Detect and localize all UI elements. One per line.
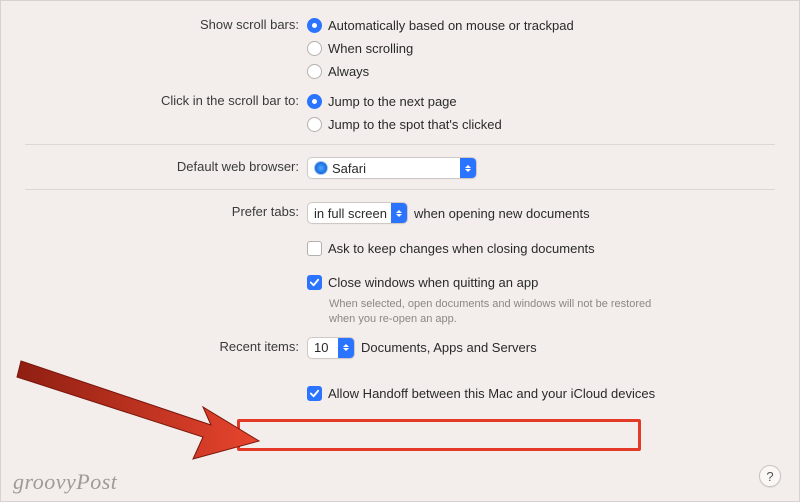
row-click-scroll-bar: Click in the scroll bar to: Jump to the …	[25, 91, 775, 134]
close-windows-hint: When selected, open documents and window…	[307, 297, 677, 327]
checkbox-close-windows[interactable]: Close windows when quitting an app	[307, 272, 775, 292]
help-button[interactable]: ?	[759, 465, 781, 487]
checkbox-label: Close windows when quitting an app	[328, 275, 538, 290]
safari-icon	[314, 161, 328, 175]
label-show-scroll-bars: Show scroll bars:	[25, 15, 307, 32]
radio-option-when-scrolling[interactable]: When scrolling	[307, 38, 775, 58]
radio-option-next-page[interactable]: Jump to the next page	[307, 91, 775, 111]
watermark: groovyPost	[13, 469, 117, 495]
radio-label: Jump to the next page	[328, 94, 457, 109]
row-prefer-tabs: Prefer tabs: in full screen when opening…	[25, 202, 775, 327]
recent-items-suffix: Documents, Apps and Servers	[361, 340, 537, 355]
options-click-scroll-bar: Jump to the next page Jump to the spot t…	[307, 91, 775, 134]
radio-label: When scrolling	[328, 41, 413, 56]
radio-option-auto[interactable]: Automatically based on mouse or trackpad	[307, 15, 775, 35]
row-show-scroll-bars: Show scroll bars: Automatically based on…	[25, 15, 775, 81]
options-show-scroll-bars: Automatically based on mouse or trackpad…	[307, 15, 775, 81]
label-click-scroll-bar: Click in the scroll bar to:	[25, 91, 307, 108]
radio-option-always[interactable]: Always	[307, 61, 775, 81]
prefer-tabs-suffix: when opening new documents	[414, 206, 590, 221]
prefer-tabs-popup[interactable]: in full screen	[307, 202, 408, 224]
chevron-updown-icon	[391, 203, 407, 223]
radio-icon	[307, 94, 322, 109]
radio-label: Automatically based on mouse or trackpad	[328, 18, 574, 33]
label-default-browser: Default web browser:	[25, 157, 307, 174]
label-prefer-tabs: Prefer tabs:	[25, 202, 307, 219]
checkbox-icon	[307, 386, 322, 401]
help-icon: ?	[766, 469, 773, 484]
popup-value: 10	[314, 340, 328, 355]
default-browser-popup[interactable]: Safari	[307, 157, 477, 179]
radio-icon	[307, 18, 322, 33]
checkbox-label: Allow Handoff between this Mac and your …	[328, 386, 655, 401]
row-default-browser: Default web browser: Safari	[25, 157, 775, 179]
radio-icon	[307, 64, 322, 79]
recent-items-popup[interactable]: 10	[307, 337, 355, 359]
control-prefer-tabs: in full screen when opening new document…	[307, 202, 775, 327]
general-preferences-pane: Show scroll bars: Automatically based on…	[1, 1, 799, 501]
control-default-browser: Safari	[307, 157, 775, 179]
radio-label: Jump to the spot that's clicked	[328, 117, 502, 132]
row-recent-items: Recent items: 10 Documents, Apps and Ser…	[25, 337, 775, 404]
label-recent-items: Recent items:	[25, 337, 307, 354]
radio-option-jump-spot[interactable]: Jump to the spot that's clicked	[307, 114, 775, 134]
checkbox-icon	[307, 275, 322, 290]
separator	[25, 189, 775, 190]
checkbox-icon	[307, 241, 322, 256]
separator	[25, 144, 775, 145]
checkbox-label: Ask to keep changes when closing documen…	[328, 241, 595, 256]
popup-value: in full screen	[314, 206, 387, 221]
control-recent-items: 10 Documents, Apps and Servers Allow Han…	[307, 337, 775, 404]
radio-icon	[307, 41, 322, 56]
checkbox-ask-keep-changes[interactable]: Ask to keep changes when closing documen…	[307, 238, 775, 258]
popup-value: Safari	[332, 161, 366, 176]
radio-icon	[307, 117, 322, 132]
chevron-updown-icon	[460, 158, 476, 178]
radio-label: Always	[328, 64, 369, 79]
chevron-updown-icon	[338, 338, 354, 358]
checkbox-allow-handoff[interactable]: Allow Handoff between this Mac and your …	[307, 384, 775, 404]
